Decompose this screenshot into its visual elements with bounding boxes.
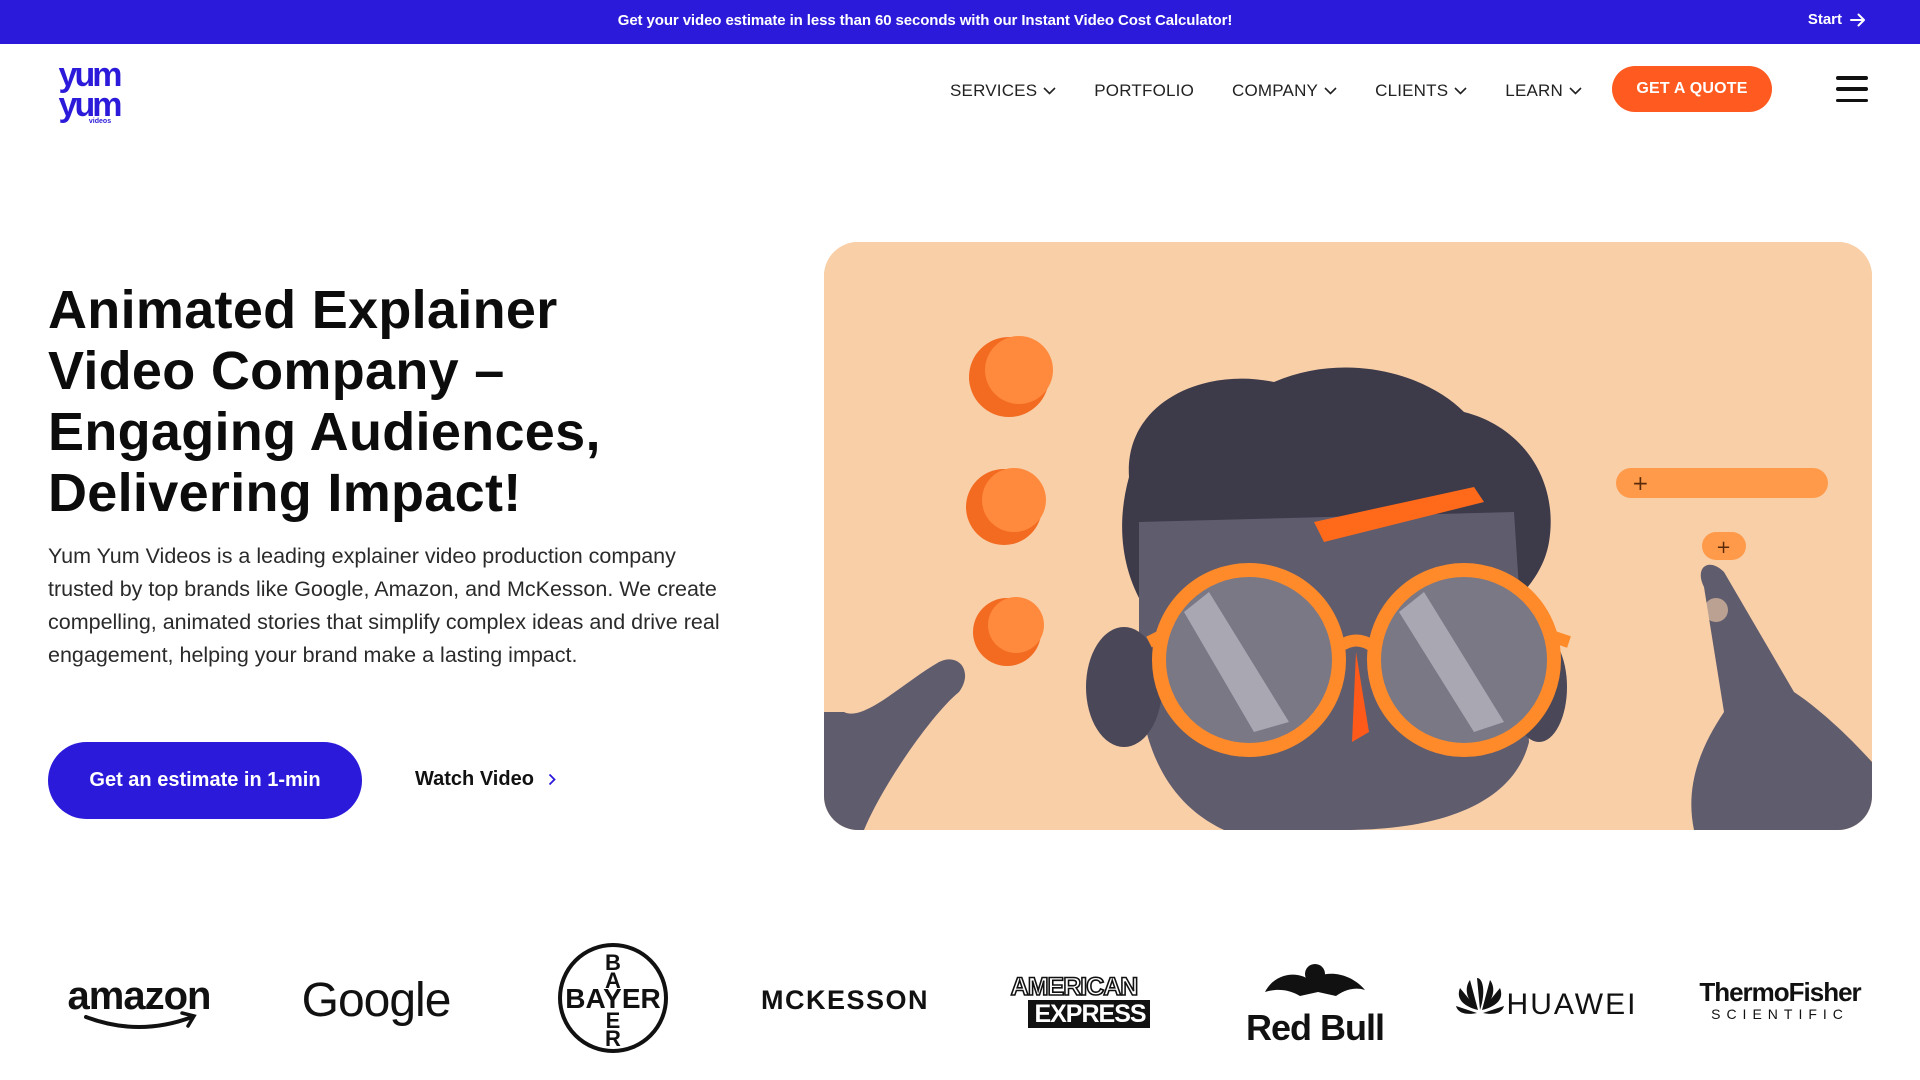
- chevron-down-icon: [1324, 87, 1337, 95]
- huawei-logo: HUAWEI: [1452, 972, 1642, 1028]
- nav-services-label: SERVICES: [950, 81, 1038, 100]
- watch-video-label: Watch Video: [415, 768, 534, 790]
- google-logo: Google: [296, 970, 456, 1030]
- hamburger-menu-icon[interactable]: [1836, 76, 1868, 102]
- nav-clients[interactable]: CLIENTS: [1375, 81, 1467, 101]
- get-estimate-button[interactable]: Get an estimate in 1-min: [48, 742, 362, 819]
- google-wordmark: Google: [301, 973, 452, 1027]
- svg-text:AMERICAN: AMERICAN: [1011, 973, 1138, 1001]
- hero-title-line: Delivering Impact!: [48, 463, 522, 523]
- red-bull-logo: Red Bull: [1240, 952, 1390, 1048]
- hero-description: Yum Yum Videos is a leading explainer vi…: [48, 544, 720, 667]
- svg-text:EXPRESS: EXPRESS: [1034, 1000, 1145, 1028]
- nav-company-label: COMPANY: [1232, 81, 1319, 100]
- announcement-message[interactable]: Get your video estimate in less than 60 …: [0, 12, 1920, 29]
- nav-learn-label: LEARN: [1505, 81, 1563, 100]
- chevron-down-icon: [1454, 87, 1467, 95]
- hero-title-line: Animated Explainer: [48, 280, 558, 340]
- yumyum-logo[interactable]: yum yum videos: [48, 58, 130, 124]
- thermo-fisher-subtitle: SCIENTIFIC: [1711, 1006, 1849, 1022]
- hero-title-line: Video Company –: [48, 341, 505, 401]
- svg-text:HUAWEI: HUAWEI: [1507, 988, 1638, 1021]
- nav-learn[interactable]: LEARN: [1505, 81, 1582, 101]
- american-express-logo: AMERICAN EXPRESS: [1004, 970, 1150, 1030]
- client-logos: amazon Google BAYER B A E R MCKESSON AME…: [0, 930, 1920, 1060]
- get-a-quote-button[interactable]: GET A QUOTE: [1612, 66, 1772, 112]
- arrow-right-icon: [1850, 13, 1865, 26]
- nav-clients-label: CLIENTS: [1375, 81, 1449, 100]
- site-header: yum yum videos SERVICES PORTFOLIO COMPAN…: [0, 44, 1920, 134]
- svg-text:R: R: [605, 1026, 621, 1051]
- nav-company[interactable]: COMPANY: [1232, 81, 1337, 101]
- svg-text:videos: videos: [89, 118, 111, 124]
- nav-portfolio[interactable]: PORTFOLIO: [1094, 81, 1194, 101]
- hero-title: Animated Explainer Video Company – Engag…: [48, 280, 748, 524]
- mckesson-wordmark: MCKESSON: [760, 984, 929, 1015]
- svg-text:Red Bull: Red Bull: [1246, 1007, 1384, 1048]
- amazon-logo: amazon: [64, 975, 214, 1035]
- watch-video-link[interactable]: Watch Video: [415, 768, 556, 791]
- main-nav: SERVICES PORTFOLIO COMPANY CLIENTS LEARN: [950, 81, 1620, 101]
- svg-text:amazon: amazon: [68, 975, 211, 1018]
- chevron-right-icon: [548, 773, 556, 786]
- hero-title-line: Engaging Audiences,: [48, 402, 601, 462]
- svg-text:+: +: [1632, 471, 1649, 495]
- chevron-down-icon: [1569, 87, 1582, 95]
- nav-portfolio-label: PORTFOLIO: [1094, 81, 1194, 100]
- nav-services[interactable]: SERVICES: [950, 81, 1056, 101]
- chevron-down-icon: [1043, 87, 1056, 95]
- announcement-start-link[interactable]: Start: [1808, 11, 1866, 28]
- thermo-fisher-wordmark: ThermoFisher: [1699, 977, 1861, 1007]
- hero-video-illustration[interactable]: + +: [824, 242, 1872, 830]
- announcement-bar: Get your video estimate in less than 60 …: [0, 0, 1920, 44]
- start-label: Start: [1807, 11, 1842, 28]
- mckesson-logo: MCKESSON: [760, 980, 930, 1020]
- svg-text:A: A: [605, 968, 621, 993]
- bayer-logo: BAYER B A E R: [555, 940, 671, 1056]
- svg-text:+: +: [1716, 537, 1731, 558]
- thermo-fisher-logo: ThermoFisher SCIENTIFIC: [1690, 972, 1870, 1028]
